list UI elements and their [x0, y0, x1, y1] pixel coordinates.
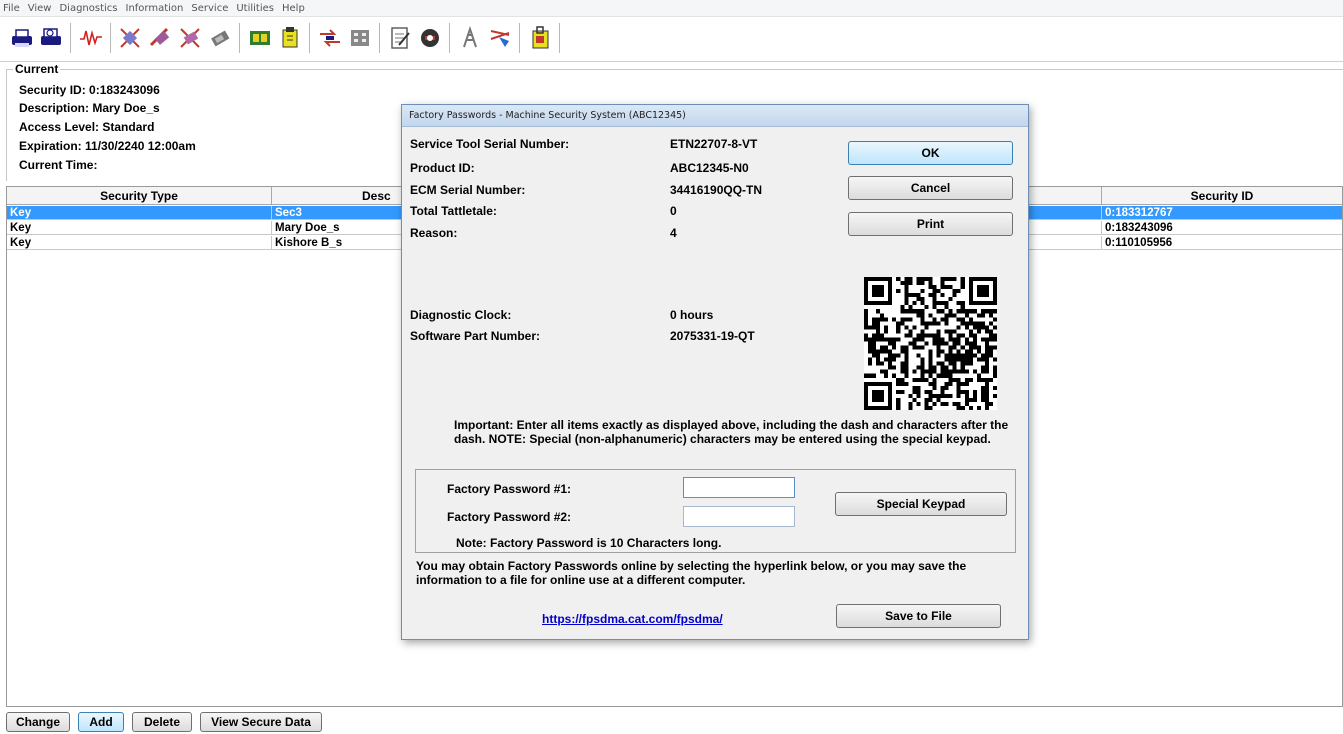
- delete-button[interactable]: Delete: [132, 712, 192, 732]
- software-part-number-value: 2075331-19-QT: [670, 329, 755, 343]
- keypad-icon[interactable]: [347, 25, 373, 51]
- toolbar-separator: [559, 23, 560, 53]
- menu-diagnostics[interactable]: Diagnostics: [59, 3, 117, 14]
- security-icon-2[interactable]: [147, 25, 173, 51]
- reason-label: Reason:: [410, 226, 458, 240]
- current-description: Description: Mary Doe_s: [19, 101, 160, 115]
- column-header-description-label: Desc: [362, 189, 391, 203]
- toolbar: [0, 18, 1343, 62]
- current-time: Current Time:: [19, 158, 98, 172]
- column-header-security-type[interactable]: Security Type: [7, 187, 272, 205]
- security-icon-4[interactable]: [207, 25, 233, 51]
- swap-icon[interactable]: [317, 25, 343, 51]
- factory-password-1-label: Factory Password #1:: [447, 482, 572, 496]
- cell-security-type: Key: [7, 236, 272, 250]
- obtain-passwords-text: You may obtain Factory Passwords online …: [416, 559, 967, 587]
- factory-passwords-dialog: Factory Passwords - Machine Security Sys…: [401, 104, 1029, 640]
- factory-password-2-label: Factory Password #2:: [447, 510, 572, 524]
- factory-password-1-input[interactable]: [683, 477, 795, 498]
- print-preview-icon[interactable]: [38, 25, 64, 51]
- software-part-number-label: Software Part Number:: [410, 329, 541, 343]
- toolbar-separator: [309, 23, 310, 53]
- fpsdma-hyperlink[interactable]: https://fpsdma.cat.com/fpsdma/: [542, 612, 723, 626]
- password-length-note: Note: Factory Password is 10 Characters …: [456, 536, 722, 550]
- current-expiration: Expiration: 11/30/2240 12:00am: [19, 139, 196, 153]
- service-tool-serial-label: Service Tool Serial Number:: [410, 137, 570, 151]
- change-button[interactable]: Change: [6, 712, 70, 732]
- cell-security-id: 0:110105956: [1105, 237, 1173, 249]
- important-note: Important: Enter all items exactly as di…: [454, 418, 1009, 446]
- flash-icon[interactable]: [277, 25, 303, 51]
- service-tool-serial-value: ETN22707-8-VT: [670, 137, 758, 151]
- current-group-title: Current: [13, 62, 61, 76]
- factory-password-2-input[interactable]: [683, 506, 795, 527]
- password-entry-group: Factory Password #1: Factory Password #2…: [415, 469, 1016, 553]
- menu-utilities[interactable]: Utilities: [236, 3, 274, 14]
- diagnostic-clock-label: Diagnostic Clock:: [410, 308, 512, 322]
- cell-security-id: 0:183312767: [1105, 207, 1173, 219]
- security-icon-3[interactable]: [177, 25, 203, 51]
- ecm-icon[interactable]: [247, 25, 273, 51]
- waveform-icon[interactable]: [78, 25, 104, 51]
- menu-file[interactable]: File: [3, 3, 20, 14]
- document-icon[interactable]: [387, 25, 413, 51]
- menu-bar: File View Diagnostics Information Servic…: [0, 0, 1343, 17]
- cell-security-id: 0:183243096: [1105, 222, 1173, 234]
- toolbar-separator: [519, 23, 520, 53]
- total-tattletale-value: 0: [670, 204, 677, 218]
- product-id-value: ABC12345-N0: [670, 161, 749, 175]
- dialog-title[interactable]: Factory Passwords - Machine Security Sys…: [402, 105, 1028, 127]
- current-security-id: Security ID: 0:183243096: [19, 83, 160, 97]
- lock-card-icon[interactable]: [527, 25, 553, 51]
- total-tattletale-label: Total Tattletale:: [410, 204, 497, 218]
- diagnostic-clock-value: 0 hours: [670, 308, 714, 322]
- print-icon[interactable]: [9, 25, 35, 51]
- print-button[interactable]: Print: [848, 212, 1013, 236]
- menu-information[interactable]: Information: [126, 3, 184, 14]
- save-to-file-button[interactable]: Save to File: [836, 604, 1001, 628]
- toolbar-separator: [379, 23, 380, 53]
- cell-security-type: Key: [7, 206, 272, 220]
- toolbar-separator: [449, 23, 450, 53]
- ecm-serial-label: ECM Serial Number:: [410, 183, 526, 197]
- tower-icon[interactable]: [457, 25, 483, 51]
- column-header-security-id[interactable]: Security ID: [1102, 187, 1342, 205]
- menu-service[interactable]: Service: [191, 3, 228, 14]
- toolbar-separator: [70, 23, 71, 53]
- menu-help[interactable]: Help: [282, 3, 305, 14]
- special-keypad-button[interactable]: Special Keypad: [835, 492, 1007, 516]
- security-shield-icon[interactable]: [417, 25, 443, 51]
- cancel-button[interactable]: Cancel: [848, 176, 1013, 200]
- view-secure-data-button[interactable]: View Secure Data: [200, 712, 322, 732]
- filter-icon[interactable]: [487, 25, 513, 51]
- qr-code: [864, 277, 997, 410]
- security-icon-1[interactable]: [117, 25, 143, 51]
- toolbar-separator: [110, 23, 111, 53]
- product-id-label: Product ID:: [410, 161, 475, 175]
- menu-view[interactable]: View: [28, 3, 52, 14]
- ecm-serial-value: 34416190QQ-TN: [670, 183, 763, 197]
- ok-button[interactable]: OK: [848, 141, 1013, 165]
- toolbar-separator: [239, 23, 240, 53]
- reason-value: 4: [670, 226, 677, 240]
- current-access-level: Access Level: Standard: [19, 120, 155, 134]
- add-button[interactable]: Add: [78, 712, 124, 732]
- cell-security-type: Key: [7, 221, 272, 235]
